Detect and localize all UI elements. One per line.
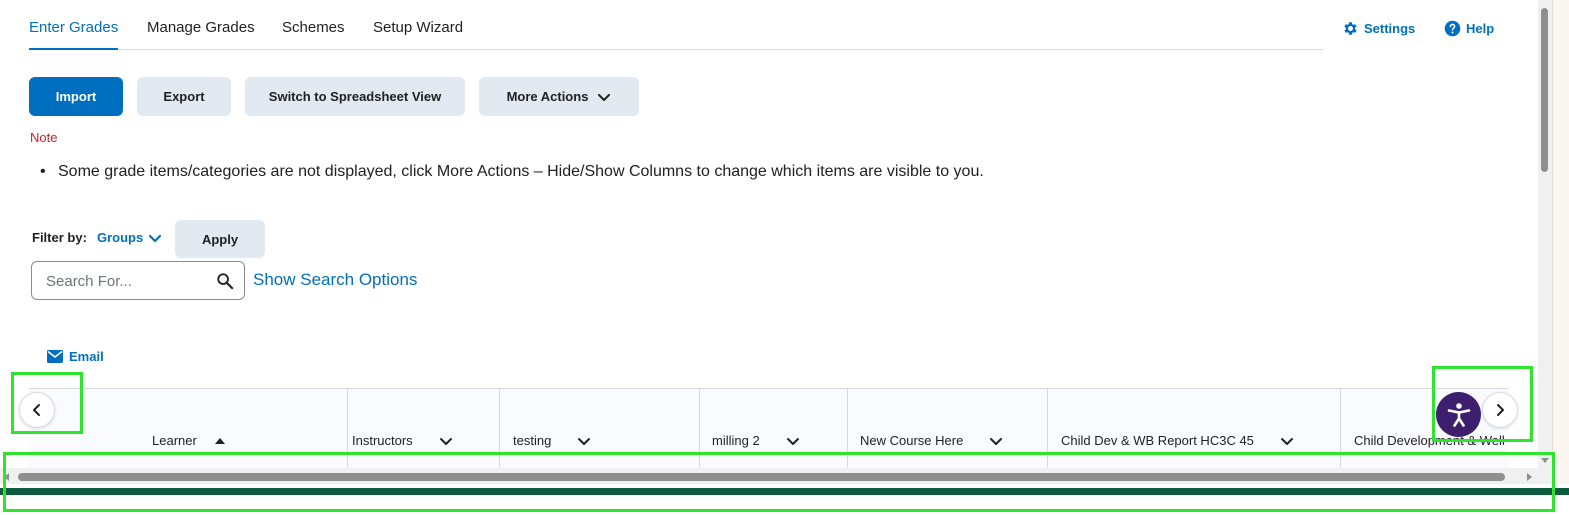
help-circle-icon [1444, 20, 1461, 37]
column-title: Child Dev & WB Report HC3C 45 [1061, 433, 1254, 448]
note-message: Some grade items/categories are not disp… [40, 163, 984, 181]
column-header-milling-2[interactable]: milling 2 [700, 389, 848, 468]
note-message-text: Some grade items/categories are not disp… [58, 163, 984, 180]
scroll-down-arrow[interactable] [1541, 458, 1549, 463]
envelope-icon [47, 350, 63, 363]
column-header-new-course-here[interactable]: New Course Here [848, 389, 1048, 468]
column-title: testing [513, 433, 552, 448]
accessibility-widget-button[interactable] [1436, 392, 1481, 437]
vertical-scrollbar-thumb[interactable] [1541, 8, 1548, 172]
column-title: Child Development & Well [1354, 433, 1505, 448]
chevron-down-icon[interactable] [989, 434, 1003, 448]
tab-enter-grades[interactable]: Enter Grades [29, 19, 119, 50]
top-navigation: Enter Grades Manage Grades Schemes Setup… [29, 0, 1323, 50]
groups-filter-dropdown[interactable]: Groups [97, 230, 162, 245]
filter-by-label: Filter by: [32, 230, 87, 245]
scroll-right-arrow[interactable] [1527, 473, 1532, 481]
footer-bar [0, 488, 1569, 495]
scroll-columns-right-button[interactable] [1482, 392, 1518, 428]
magnifier-icon[interactable] [216, 272, 234, 290]
search-input[interactable] [46, 271, 206, 291]
vertical-scrollbar[interactable] [1538, 0, 1552, 484]
tab-setup-wizard[interactable]: Setup Wizard [373, 19, 463, 50]
help-link[interactable]: Help [1444, 20, 1494, 37]
email-link[interactable]: Email [47, 349, 104, 364]
chevron-left-icon [33, 404, 40, 416]
sort-ascending-icon[interactable] [214, 437, 225, 444]
apply-filter-button[interactable]: Apply [175, 220, 265, 258]
column-header-child-dev-wb-report[interactable]: Child Dev & WB Report HC3C 45 [1048, 389, 1341, 468]
column-header-testing[interactable]: testing [500, 389, 700, 468]
settings-label: Settings [1364, 21, 1416, 36]
show-search-options-link[interactable]: Show Search Options [253, 270, 417, 290]
settings-link[interactable]: Settings [1342, 20, 1415, 37]
grades-page: Enter Grades Manage Grades Schemes Setup… [0, 0, 1538, 484]
switch-spreadsheet-view-button[interactable]: Switch to Spreadsheet View [245, 77, 465, 116]
search-field [31, 261, 245, 300]
export-button[interactable]: Export [137, 77, 231, 116]
column-header-learner[interactable]: Learner [29, 389, 348, 468]
chevron-down-icon[interactable] [786, 434, 800, 448]
gear-icon [1344, 22, 1357, 35]
email-label: Email [69, 349, 104, 364]
accessibility-person-icon [1447, 402, 1470, 427]
horizontal-scrollbar-thumb[interactable] [18, 473, 1505, 481]
column-header-instructors[interactable]: Instructors [348, 389, 500, 468]
column-title: Instructors [352, 433, 413, 448]
column-title: milling 2 [712, 433, 760, 448]
tab-manage-grades[interactable]: Manage Grades [147, 19, 255, 50]
import-button[interactable]: Import [29, 77, 123, 116]
chevron-down-icon[interactable] [577, 434, 591, 448]
grades-grid-header: Learner Instructors testing milling 2 Ne… [29, 388, 1509, 468]
note-title: Note [30, 130, 58, 145]
chevron-down-icon[interactable] [439, 434, 453, 448]
chevron-right-icon [1497, 404, 1504, 416]
adjacent-panel-edge [1552, 0, 1569, 484]
more-actions-label: More Actions [506, 89, 589, 104]
scroll-columns-left-button[interactable] [19, 392, 55, 428]
chevron-down-icon [598, 93, 611, 101]
groups-filter-label: Groups [97, 230, 144, 245]
tab-schemes[interactable]: Schemes [282, 19, 345, 50]
chevron-down-icon[interactable] [1280, 434, 1294, 448]
scroll-left-arrow[interactable] [4, 473, 9, 481]
chevron-down-icon [149, 234, 162, 242]
more-actions-button[interactable]: More Actions [479, 77, 639, 116]
horizontal-scrollbar[interactable] [0, 468, 1538, 484]
column-title: New Course Here [860, 433, 964, 448]
column-title: Learner [152, 433, 197, 448]
help-label: Help [1466, 21, 1495, 36]
